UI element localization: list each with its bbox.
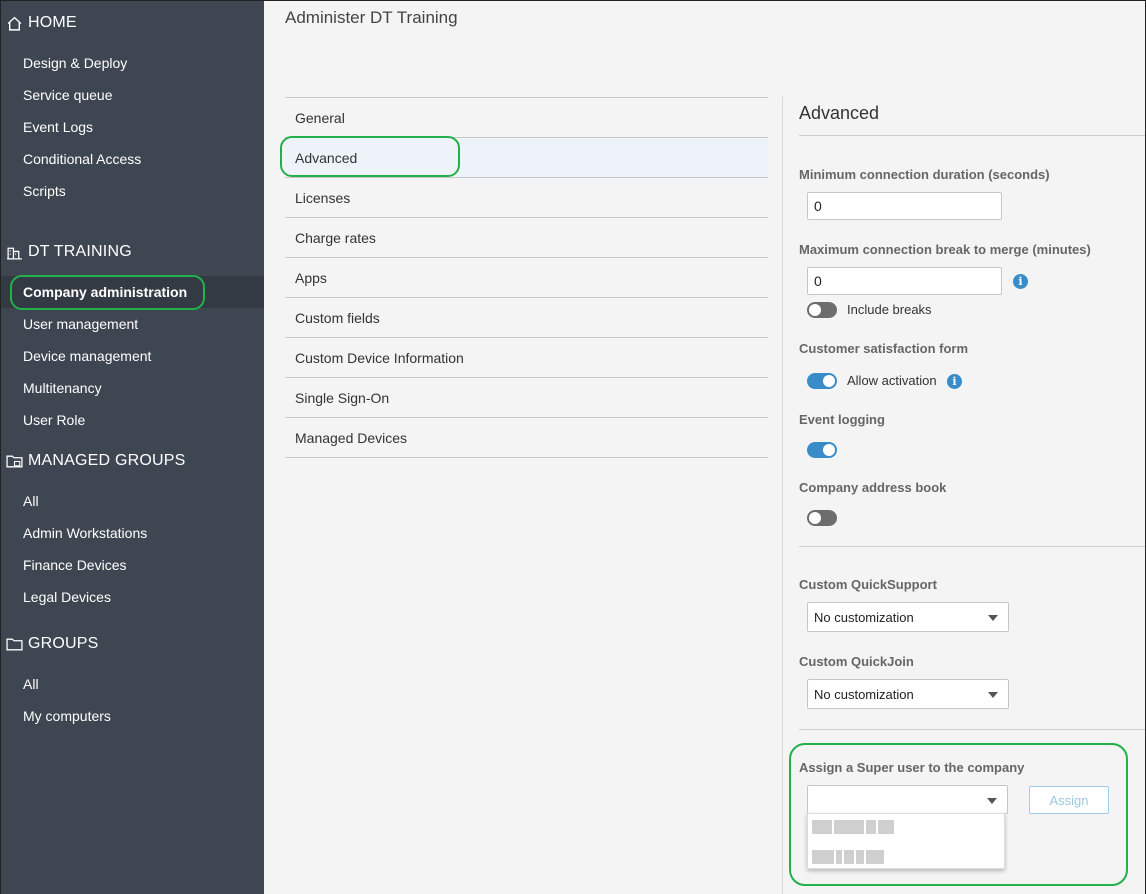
sidebar-item-design-deploy[interactable]: Design & Deploy	[1, 47, 264, 79]
settings-menu: General Advanced Licenses Charge rates A…	[285, 97, 768, 458]
menu-item-advanced[interactable]: Advanced	[285, 138, 768, 178]
sidebar-item-company-administration[interactable]: Company administration	[1, 276, 264, 308]
sidebar-item-finance-devices[interactable]: Finance Devices	[1, 549, 264, 581]
sidebar-item-conditional-access[interactable]: Conditional Access	[1, 143, 264, 175]
quicksupport-label: Custom QuickSupport	[799, 577, 937, 592]
allow-activation-toggle[interactable]	[807, 373, 837, 389]
sidebar-section-groups[interactable]: GROUPS	[5, 632, 99, 656]
max-break-label: Maximum connection break to merge (minut…	[799, 242, 1091, 257]
info-icon[interactable]: i	[947, 374, 962, 389]
allow-activation-label: Allow activation	[847, 373, 937, 388]
page-title: Administer DT Training	[285, 8, 458, 27]
home-icon	[5, 14, 23, 32]
quickjoin-select[interactable]: No customization	[807, 679, 1009, 709]
managed-folder-icon	[5, 452, 23, 470]
sidebar-item-scripts[interactable]: Scripts	[1, 175, 264, 207]
divider	[799, 729, 1145, 730]
assign-button[interactable]: Assign	[1029, 786, 1109, 814]
quickjoin-label: Custom QuickJoin	[799, 654, 914, 669]
menu-item-single-sign-on[interactable]: Single Sign-On	[285, 378, 768, 418]
sidebar-item-multitenancy[interactable]: Multitenancy	[1, 372, 264, 404]
chevron-down-icon	[988, 615, 998, 621]
menu-item-custom-device-information[interactable]: Custom Device Information	[285, 338, 768, 378]
sidebar-item-admin-workstations[interactable]: Admin Workstations	[1, 517, 264, 549]
sidebar-section-dt-training[interactable]: DT TRAINING	[5, 240, 132, 264]
min-duration-input[interactable]: 0	[807, 192, 1002, 220]
building-icon	[5, 243, 23, 261]
sidebar-item-user-management[interactable]: User management	[1, 308, 264, 340]
chevron-down-icon	[988, 692, 998, 698]
list-item[interactable]	[812, 850, 884, 864]
sidebar-item-device-management[interactable]: Device management	[1, 340, 264, 372]
sidebar-section-label: GROUPS	[28, 635, 99, 652]
menu-item-managed-devices[interactable]: Managed Devices	[285, 418, 768, 458]
event-logging-label: Event logging	[799, 412, 885, 427]
folder-icon	[5, 635, 23, 653]
menu-item-custom-fields[interactable]: Custom fields	[285, 298, 768, 338]
toggle-knob	[823, 375, 835, 387]
include-breaks-label: Include breaks	[847, 302, 932, 317]
info-icon[interactable]: i	[1013, 274, 1028, 289]
toggle-knob	[823, 444, 835, 456]
sidebar-item-event-logs[interactable]: Event Logs	[1, 111, 264, 143]
menu-item-general[interactable]: General	[285, 98, 768, 138]
sidebar-section-managed-groups[interactable]: MANAGED GROUPS	[5, 449, 186, 473]
menu-item-charge-rates[interactable]: Charge rates	[285, 218, 768, 258]
toggle-knob	[809, 512, 821, 524]
include-breaks-toggle[interactable]	[807, 302, 837, 318]
quickjoin-value: No customization	[814, 686, 914, 702]
sidebar-item-user-role[interactable]: User Role	[1, 404, 264, 436]
sidebar-section-home[interactable]: HOME	[5, 11, 77, 35]
chevron-down-icon	[987, 798, 997, 804]
divider	[799, 546, 1145, 547]
sidebar: HOME Design & Deploy Service queue Event…	[1, 1, 264, 894]
address-book-toggle[interactable]	[807, 510, 837, 526]
sidebar-item-service-queue[interactable]: Service queue	[1, 79, 264, 111]
menu-item-licenses[interactable]: Licenses	[285, 178, 768, 218]
super-user-dropdown-list	[807, 813, 1005, 869]
sidebar-item-groups-all[interactable]: All	[1, 668, 264, 700]
sidebar-item-legal-devices[interactable]: Legal Devices	[1, 581, 264, 613]
menu-item-apps[interactable]: Apps	[285, 258, 768, 298]
quicksupport-select[interactable]: No customization	[807, 602, 1009, 632]
sidebar-section-label: MANAGED GROUPS	[28, 452, 186, 469]
address-book-label: Company address book	[799, 480, 947, 495]
sidebar-section-label: HOME	[28, 14, 77, 31]
satisfaction-label: Customer satisfaction form	[799, 341, 969, 356]
min-duration-label: Minimum connection duration (seconds)	[799, 167, 1050, 182]
super-user-select[interactable]	[807, 785, 1008, 814]
quicksupport-value: No customization	[814, 609, 914, 625]
panel-divider	[782, 97, 783, 894]
list-item[interactable]	[812, 820, 894, 834]
max-break-input[interactable]: 0	[807, 267, 1002, 295]
divider	[799, 135, 1145, 136]
event-logging-toggle[interactable]	[807, 442, 837, 458]
sidebar-item-managed-all[interactable]: All	[1, 485, 264, 517]
panel-title: Advanced	[799, 103, 880, 123]
sidebar-section-label: DT TRAINING	[28, 243, 132, 260]
super-user-label: Assign a Super user to the company	[799, 760, 1025, 775]
sidebar-item-my-computers[interactable]: My computers	[1, 700, 264, 732]
toggle-knob	[809, 304, 821, 316]
